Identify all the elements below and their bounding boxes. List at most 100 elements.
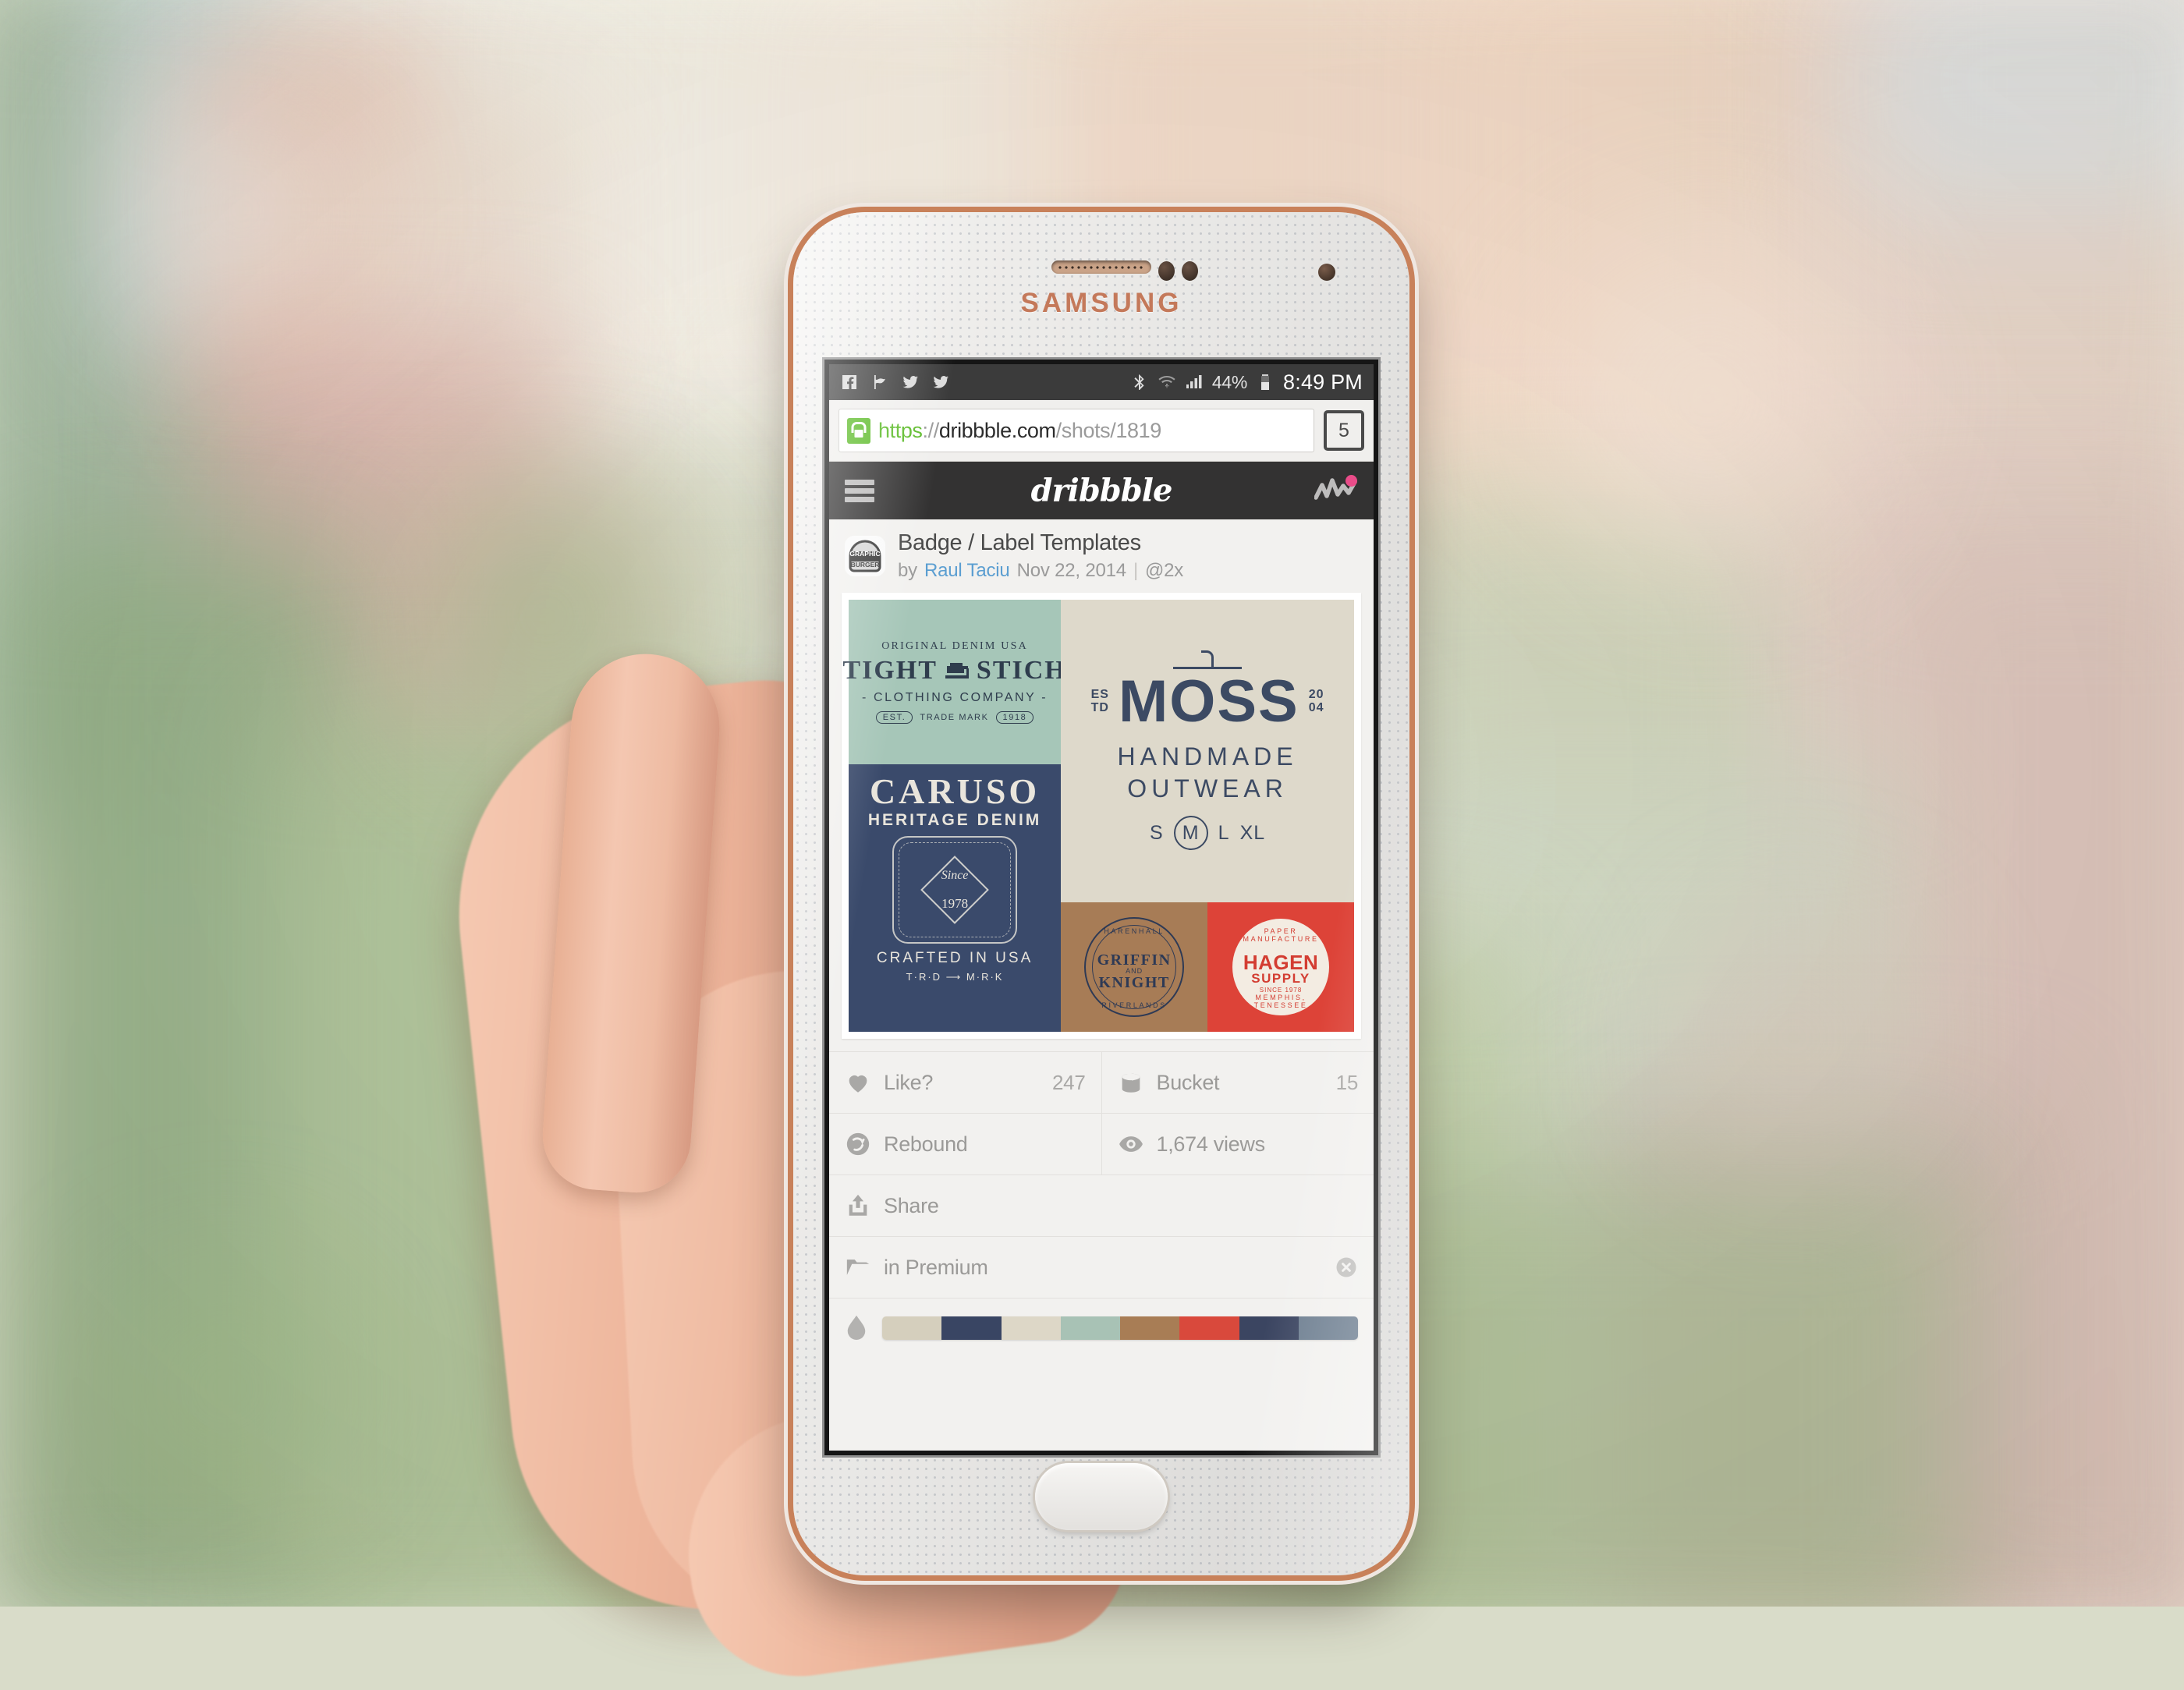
caruso-marks: T·R·D ⟶ M·R·K [906,970,1004,983]
palette-swatch-2[interactable] [941,1316,1002,1341]
tight-stich-est: EST. [875,711,913,725]
svg-text:BURGER: BURGER [851,561,880,569]
moss-year-l2: 04 [1308,701,1324,715]
action-row: Like? 247 Bucket 15 [829,1051,1374,1114]
moss-line1: HANDMADE [1117,742,1298,771]
badge-grid: ORIGINAL DENIM USA TIGHT STICH - CLOTHIN… [842,600,1354,1033]
badge-griffin-knight: HARENHALL GRIFFIN AND KNIGHT RIVERLANDS [1061,902,1208,1033]
griffin-arc-top: HARENHALL [1104,927,1165,936]
palette-swatch-3[interactable] [1001,1316,1061,1341]
hagen-arc-top: PAPER MANUFACTURE [1243,927,1319,944]
caruso-footer: CRAFTED IN USA [876,949,1034,966]
hagen-arc-bottom: MEMPHIS, TENESSEE [1253,993,1308,1009]
badge-tight-stich: ORIGINAL DENIM USA TIGHT STICH - CLOTHIN… [842,600,1065,764]
bucket-count: 15 [1335,1070,1359,1094]
by-label: by [898,560,917,582]
signal-icon [1186,375,1202,388]
palette-swatch-8[interactable] [1298,1316,1358,1341]
caruso-sub: HERITAGE DENIM [867,810,1042,829]
light-sensor-icon [1182,261,1198,281]
palette-swatch-1[interactable] [882,1316,942,1341]
rebound-icon [846,1133,870,1156]
badge-column-right: ES TD MOSS 20 04 HANDMADE OUTWEAR S M L … [1061,600,1354,1033]
caruso-crest: Since 1978 [888,831,1022,948]
color-palette [829,1298,1374,1358]
share-icon [849,1195,867,1217]
like-label: Like? [884,1070,934,1094]
share-button[interactable]: Share [829,1175,1374,1236]
eye-icon [1119,1136,1143,1153]
browser-chrome: https://dribbble.com/shots/1819 5 [829,400,1374,462]
views-counter: 1,674 views [1102,1114,1374,1174]
retina-label: @2x [1145,560,1184,582]
smartphone: SAMSUNG 44% 8:49 PM https://dribbble.com… [793,212,1409,1575]
palette-swatch-4[interactable] [1060,1316,1120,1341]
tight-stich-trademark: TRADE MARK [920,713,989,723]
avatar[interactable]: GRAPHIC BURGER [845,536,885,577]
facebook-icon [842,375,856,390]
tab-count-button[interactable]: 5 [1324,410,1364,451]
shot-image[interactable]: ORIGINAL DENIM USA TIGHT STICH - CLOTHIN… [842,593,1361,1040]
battery-percent-label: 44% [1211,371,1248,392]
griffin-name2: KNIGHT [1098,973,1170,991]
address-bar[interactable]: https://dribbble.com/shots/1819 [838,409,1314,452]
premium-label: in Premium [884,1255,988,1279]
hamburger-menu-icon[interactable] [845,479,874,502]
author-link[interactable]: Raul Taciu [924,560,1010,582]
front-camera-icon [1318,264,1335,281]
close-circle-icon[interactable] [1335,1256,1358,1279]
palette-swatches[interactable] [882,1316,1358,1341]
proximity-sensor-icon [1158,261,1175,281]
sewing-machine-icon [945,663,969,679]
url-text: https://dribbble.com/shots/1819 [878,419,1161,443]
moss-size-xl: XL [1239,821,1266,844]
twitter-icon [902,376,919,388]
moss-line2: OUTWEAR [1127,774,1288,803]
bucket-button[interactable]: Bucket 15 [1102,1052,1374,1113]
caruso-title: CARUSO [869,771,1041,811]
palette-swatch-5[interactable] [1120,1316,1180,1341]
moss-title: MOSS [1118,668,1299,735]
action-row: Rebound 1,674 views [829,1113,1374,1175]
clock-label: 8:49 PM [1283,370,1363,394]
bucket-label: Bucket [1156,1070,1220,1094]
hagen-name2: SUPPLY [1251,971,1310,987]
battery-icon [1261,374,1270,390]
dribbble-wordmark[interactable]: dribbble [1031,473,1173,509]
like-button[interactable]: Like? 247 [829,1052,1102,1114]
moss-size-l: L [1218,821,1230,844]
moss-size-m: M [1173,816,1208,851]
rebound-label: Rebound [884,1132,968,1156]
hagen-seal: PAPER MANUFACTURE HAGEN SUPPLY SINCE 197… [1232,919,1330,1016]
shot-byline: by Raul Taciu Nov 22, 2014 | @2x [898,560,1183,582]
rebound-button[interactable]: Rebound [829,1114,1102,1175]
byline-separator: | [1133,560,1138,582]
tight-stich-year: 1918 [995,711,1034,725]
shot-title[interactable]: Badge / Label Templates [898,530,1183,556]
action-row: in Premium [829,1236,1374,1298]
bucket-membership-row[interactable]: in Premium [829,1237,1374,1298]
views-label: 1,674 views [1156,1132,1266,1156]
dribbble-navbar: dribbble [829,462,1374,519]
badge-hagen-supply: PAPER MANUFACTURE HAGEN SUPPLY SINCE 197… [1207,902,1354,1033]
bucket-icon [1122,1072,1140,1093]
palette-swatch-6[interactable] [1179,1316,1239,1341]
badge-moss: ES TD MOSS 20 04 HANDMADE OUTWEAR S M L … [1061,600,1354,903]
badge-column-left: ORIGINAL DENIM USA TIGHT STICH - CLOTHIN… [842,600,1065,1033]
moss-title-row: ES TD MOSS 20 04 [1090,668,1324,735]
color-drop-icon [847,1316,866,1341]
twitter-icon [933,376,949,388]
home-button[interactable] [1035,1463,1168,1530]
badge-caruso: CARUSO HERITAGE DENIM Since 1978 CRAFTED… [849,764,1062,1033]
device-brand-label: SAMSUNG [1020,288,1182,318]
bluetooth-icon [1134,374,1144,390]
moss-year-l1: 20 [1308,688,1324,702]
shot-date: Nov 22, 2014 [1016,560,1127,582]
activity-pulse-icon[interactable] [1314,475,1358,504]
phone-screen: 44% 8:49 PM https://dribbble.com/shots/1… [829,364,1374,1451]
action-row: Share [829,1174,1374,1236]
moss-estd-l2: TD [1090,701,1109,715]
shot-meta: GRAPHIC BURGER Badge / Label Templates b… [829,519,1374,593]
android-status-bar: 44% 8:49 PM [829,364,1374,400]
palette-swatch-7[interactable] [1239,1316,1299,1341]
